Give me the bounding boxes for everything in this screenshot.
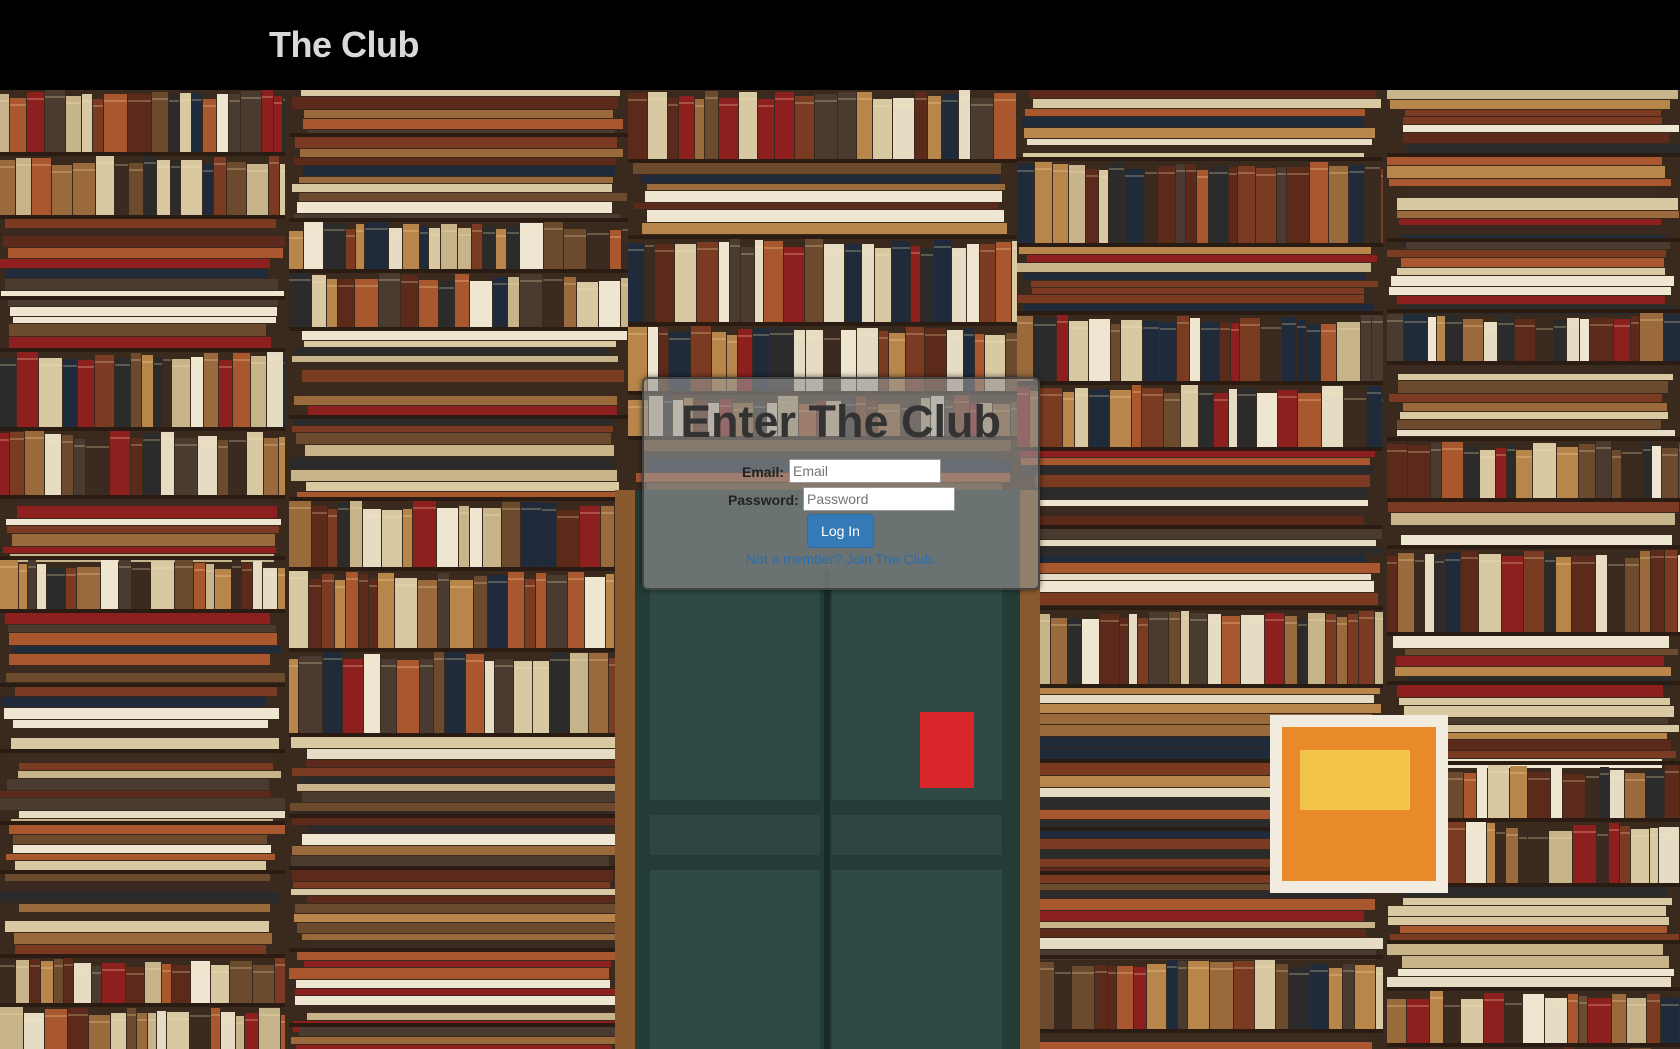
email-input[interactable] xyxy=(789,459,941,483)
login-title: Enter The Club xyxy=(680,396,1001,447)
navbar: The Club xyxy=(0,0,1680,90)
login-panel: Enter The Club Email: Password: Log In N… xyxy=(642,377,1040,590)
join-club-link[interactable]: Not a member? Join The Club. xyxy=(644,551,1038,567)
email-label: Email: xyxy=(742,464,785,480)
login-button[interactable]: Log In xyxy=(807,514,874,548)
password-row: Password: xyxy=(644,487,1038,513)
brand-link[interactable]: The Club xyxy=(269,24,419,66)
password-input[interactable] xyxy=(803,487,955,511)
email-row: Email: xyxy=(644,459,1038,485)
password-label: Password: xyxy=(728,492,799,508)
